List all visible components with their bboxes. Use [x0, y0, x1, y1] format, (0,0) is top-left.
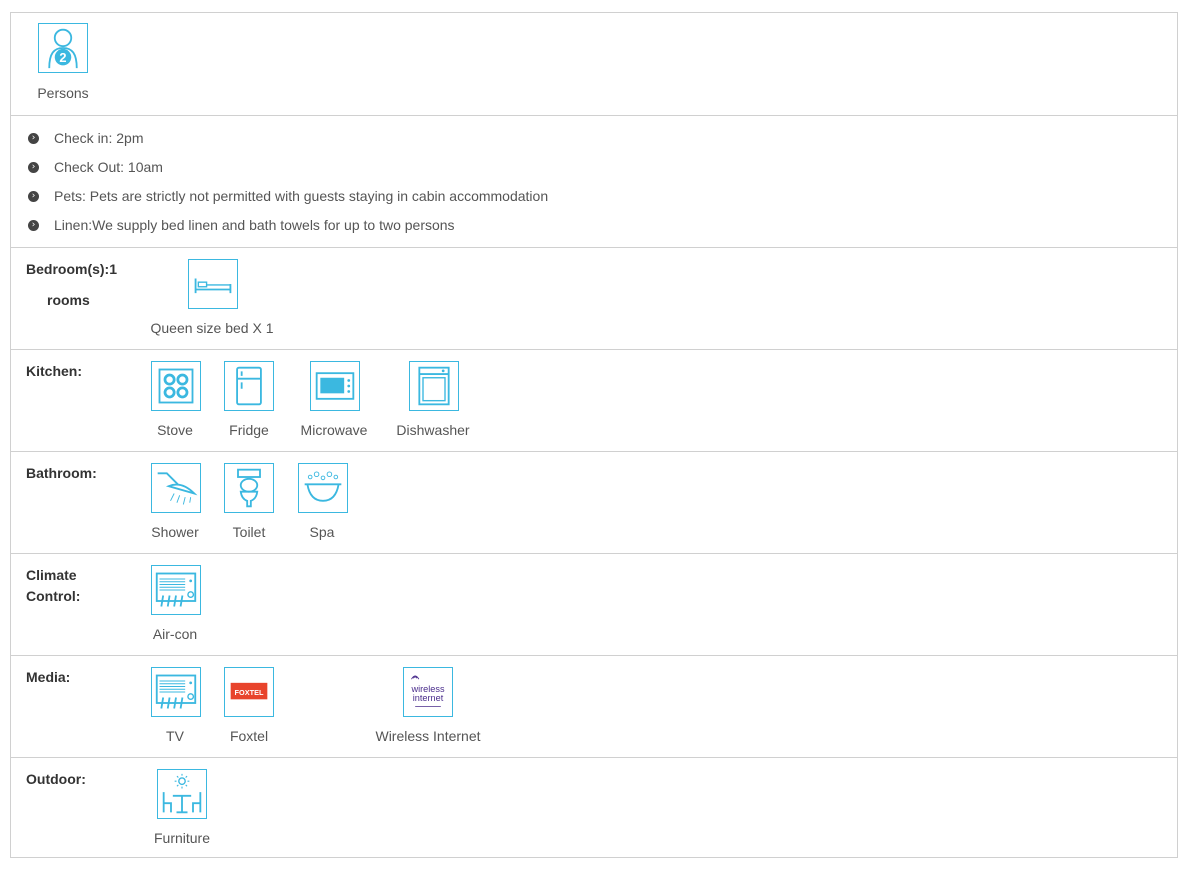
foxtel-icon: FOXTEL [224, 667, 274, 717]
outdoor-section: Outdoor: Furniture [11, 757, 1177, 859]
stove-caption: Stove [157, 422, 193, 438]
kitchen-section: Kitchen: Stove Fridge Microwave Dishwash… [11, 349, 1177, 451]
info-item-linen: › Linen:We supply bed linen and bath towe… [28, 217, 455, 233]
bedroom-section: Bedroom(s):1 rooms Queen size bed X 1 [11, 247, 1177, 349]
spa-icon [298, 463, 348, 513]
media-label: Media: [26, 669, 71, 685]
aircon-icon [151, 565, 201, 615]
bed-icon [188, 259, 238, 309]
climate-section: Climate Control: Air-con [11, 553, 1177, 655]
tv-caption: TV [166, 728, 184, 744]
info-item-checkout: › Check Out: 10am [28, 159, 163, 175]
persons-label: Persons [37, 85, 89, 101]
wireless-internet-caption: Wireless Internet [375, 728, 481, 744]
shower-icon [151, 463, 201, 513]
chevron-right-icon: › [28, 219, 39, 231]
outdoor-label: Outdoor: [26, 771, 86, 787]
climate-label: Climate Control: [26, 567, 81, 604]
furniture-caption: Furniture [153, 830, 211, 846]
dishwasher-caption: Dishwasher [396, 422, 470, 438]
svg-text:FOXTEL: FOXTEL [235, 688, 264, 697]
info-item-pets: › Pets: Pets are strictly not permitted w… [28, 188, 548, 204]
info-item-checkin: › Check in: 2pm [28, 130, 143, 146]
dishwasher-icon [409, 361, 459, 411]
svg-text:2: 2 [59, 50, 66, 65]
bedroom-label: Bedroom(s):1 rooms [26, 261, 118, 308]
chevron-right-icon: › [28, 161, 39, 173]
tv-icon [151, 667, 201, 717]
info-section: › Check in: 2pm › Check Out: 10am › Pets: P… [11, 115, 1177, 247]
bed-caption: Queen size bed X 1 [150, 320, 274, 336]
bathroom-section: Bathroom: Shower Toilet Spa [11, 451, 1177, 553]
amenities-panel: 2 Persons › Check in: 2pm › Check Out: 10a… [10, 12, 1178, 858]
shower-caption: Shower [151, 524, 199, 540]
wireless-internet-icon: wireless internet [403, 667, 453, 717]
kitchen-label: Kitchen: [26, 363, 82, 379]
bathroom-label: Bathroom: [26, 465, 97, 481]
chevron-right-icon: › [28, 132, 39, 144]
chevron-right-icon: › [28, 190, 39, 202]
foxtel-caption: Foxtel [229, 728, 269, 744]
stove-icon [151, 361, 201, 411]
aircon-caption: Air-con [152, 626, 198, 642]
spa-caption: Spa [309, 524, 335, 540]
fridge-caption: Fridge [229, 422, 269, 438]
persons-section: 2 Persons [11, 13, 1177, 115]
fridge-icon [224, 361, 274, 411]
svg-text:internet: internet [413, 693, 444, 703]
persons-icon: 2 [38, 23, 88, 73]
toilet-caption: Toilet [232, 524, 266, 540]
toilet-icon [224, 463, 274, 513]
media-section: Media: TV FOXTEL Foxtel wireless interne… [11, 655, 1177, 757]
furniture-icon [157, 769, 207, 819]
microwave-icon [310, 361, 360, 411]
microwave-caption: Microwave [300, 422, 368, 438]
